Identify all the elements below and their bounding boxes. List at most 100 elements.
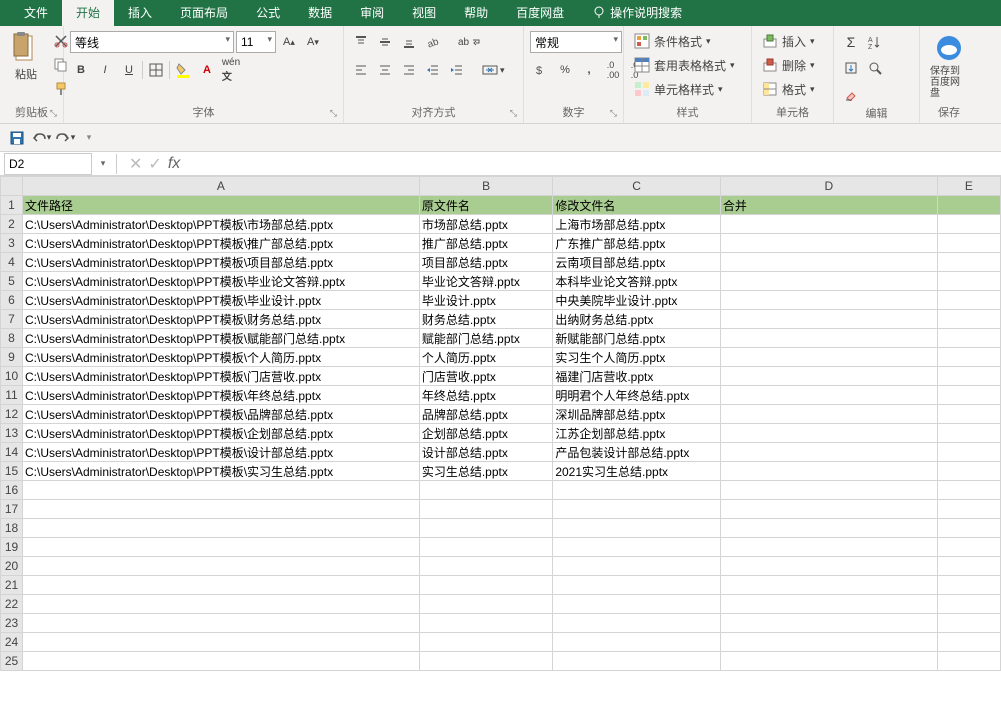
dialog-launcher-icon[interactable]: ⤡ bbox=[50, 105, 57, 121]
tab-视图[interactable]: 视图 bbox=[398, 0, 450, 26]
cell[interactable]: 赋能部门总结.pptx bbox=[419, 329, 553, 348]
cell[interactable] bbox=[720, 367, 937, 386]
cell[interactable] bbox=[720, 348, 937, 367]
cell[interactable]: 中央美院毕业设计.pptx bbox=[553, 291, 721, 310]
cell[interactable] bbox=[720, 329, 937, 348]
tab-公式[interactable]: 公式 bbox=[242, 0, 294, 26]
row-header[interactable]: 1 bbox=[1, 196, 23, 215]
formula-input[interactable] bbox=[188, 153, 1001, 175]
cell[interactable]: C:\Users\Administrator\Desktop\PPT模板\个人简… bbox=[23, 348, 420, 367]
percent-button[interactable]: % bbox=[554, 59, 576, 81]
cell[interactable]: 新赋能部门总结.pptx bbox=[553, 329, 721, 348]
tell-me-search[interactable]: 操作说明搜索 bbox=[578, 0, 696, 26]
qat-customize-button[interactable]: ▾ bbox=[78, 127, 100, 149]
row-header[interactable]: 6 bbox=[1, 291, 23, 310]
cell[interactable] bbox=[553, 500, 721, 519]
cell[interactable] bbox=[937, 500, 1000, 519]
cell[interactable]: C:\Users\Administrator\Desktop\PPT模板\项目部… bbox=[23, 253, 420, 272]
cell[interactable] bbox=[937, 272, 1000, 291]
find-select-button[interactable] bbox=[864, 57, 886, 79]
cell[interactable]: C:\Users\Administrator\Desktop\PPT模板\毕业论… bbox=[23, 272, 420, 291]
row-header[interactable]: 20 bbox=[1, 557, 23, 576]
italic-button[interactable]: I bbox=[94, 59, 116, 81]
increase-indent-button[interactable] bbox=[446, 59, 468, 81]
cell[interactable]: C:\Users\Administrator\Desktop\PPT模板\企划部… bbox=[23, 424, 420, 443]
cell[interactable] bbox=[937, 519, 1000, 538]
cell[interactable] bbox=[937, 310, 1000, 329]
fill-button[interactable] bbox=[840, 57, 862, 79]
cell[interactable] bbox=[937, 348, 1000, 367]
cell[interactable] bbox=[720, 253, 937, 272]
cell[interactable]: 企划部总结.pptx bbox=[419, 424, 553, 443]
row-header[interactable]: 4 bbox=[1, 253, 23, 272]
delete-cells-button[interactable]: 删除▾ bbox=[758, 54, 819, 76]
cell[interactable]: 实习生总结.pptx bbox=[419, 462, 553, 481]
cell[interactable] bbox=[720, 424, 937, 443]
wrap-text-button[interactable]: ab bbox=[454, 31, 485, 53]
cell[interactable]: 文件路径 bbox=[23, 196, 420, 215]
fx-icon[interactable]: fx bbox=[168, 155, 180, 173]
col-header-D[interactable]: D bbox=[720, 177, 937, 196]
cell[interactable] bbox=[553, 538, 721, 557]
cell[interactable]: 江苏企划部总结.pptx bbox=[553, 424, 721, 443]
row-header[interactable]: 22 bbox=[1, 595, 23, 614]
row-header[interactable]: 17 bbox=[1, 500, 23, 519]
increase-decimal-button[interactable]: .0.00 bbox=[602, 59, 624, 81]
format-cells-button[interactable]: 格式▾ bbox=[758, 78, 819, 100]
dialog-launcher-icon[interactable]: ⤡ bbox=[510, 105, 517, 121]
insert-cells-button[interactable]: 插入▾ bbox=[758, 30, 819, 52]
phonetic-button[interactable]: wén文 bbox=[220, 59, 242, 81]
cell[interactable] bbox=[553, 557, 721, 576]
cancel-formula-icon[interactable]: ✕ bbox=[129, 154, 142, 174]
cell[interactable] bbox=[720, 462, 937, 481]
align-top-button[interactable] bbox=[350, 31, 372, 53]
cell[interactable] bbox=[720, 557, 937, 576]
cell[interactable] bbox=[937, 329, 1000, 348]
cell[interactable] bbox=[937, 614, 1000, 633]
cell[interactable] bbox=[937, 234, 1000, 253]
cell[interactable]: 实习生个人简历.pptx bbox=[553, 348, 721, 367]
cell[interactable]: 上海市场部总结.pptx bbox=[553, 215, 721, 234]
col-header-E[interactable]: E bbox=[937, 177, 1000, 196]
cell[interactable] bbox=[553, 519, 721, 538]
cell[interactable] bbox=[419, 652, 553, 671]
save-baidu-button[interactable]: 保存到百度网盘 bbox=[926, 30, 972, 101]
row-header[interactable]: 12 bbox=[1, 405, 23, 424]
cell[interactable] bbox=[937, 405, 1000, 424]
cell[interactable]: C:\Users\Administrator\Desktop\PPT模板\毕业设… bbox=[23, 291, 420, 310]
font-color-button[interactable]: A bbox=[196, 59, 218, 81]
cell[interactable] bbox=[720, 538, 937, 557]
align-middle-button[interactable] bbox=[374, 31, 396, 53]
merge-center-button[interactable]: ▾ bbox=[478, 59, 509, 81]
cell[interactable] bbox=[937, 633, 1000, 652]
tab-插入[interactable]: 插入 bbox=[114, 0, 166, 26]
cell[interactable] bbox=[720, 633, 937, 652]
name-box[interactable] bbox=[4, 153, 92, 175]
cell[interactable]: C:\Users\Administrator\Desktop\PPT模板\市场部… bbox=[23, 215, 420, 234]
cell[interactable]: 合并 bbox=[720, 196, 937, 215]
decrease-font-button[interactable]: A▾ bbox=[302, 31, 324, 53]
sort-filter-button[interactable]: AZ bbox=[864, 31, 886, 53]
orientation-button[interactable]: ab bbox=[422, 31, 444, 53]
border-button[interactable] bbox=[145, 59, 167, 81]
cell[interactable] bbox=[419, 633, 553, 652]
cell[interactable]: 推广部总结.pptx bbox=[419, 234, 553, 253]
cell[interactable] bbox=[419, 481, 553, 500]
cell[interactable] bbox=[937, 424, 1000, 443]
cell[interactable] bbox=[23, 576, 420, 595]
cell[interactable]: 毕业设计.pptx bbox=[419, 291, 553, 310]
cell[interactable]: C:\Users\Administrator\Desktop\PPT模板\赋能部… bbox=[23, 329, 420, 348]
cell[interactable] bbox=[553, 481, 721, 500]
cell[interactable]: C:\Users\Administrator\Desktop\PPT模板\实习生… bbox=[23, 462, 420, 481]
tab-开始[interactable]: 开始 bbox=[62, 0, 114, 26]
cell[interactable] bbox=[720, 519, 937, 538]
cell[interactable] bbox=[23, 652, 420, 671]
align-left-button[interactable] bbox=[350, 59, 372, 81]
cell[interactable] bbox=[937, 215, 1000, 234]
underline-button[interactable]: U bbox=[118, 59, 140, 81]
tab-数据[interactable]: 数据 bbox=[294, 0, 346, 26]
cell[interactable] bbox=[23, 557, 420, 576]
cell[interactable] bbox=[419, 538, 553, 557]
row-header[interactable]: 21 bbox=[1, 576, 23, 595]
cell[interactable]: 项目部总结.pptx bbox=[419, 253, 553, 272]
